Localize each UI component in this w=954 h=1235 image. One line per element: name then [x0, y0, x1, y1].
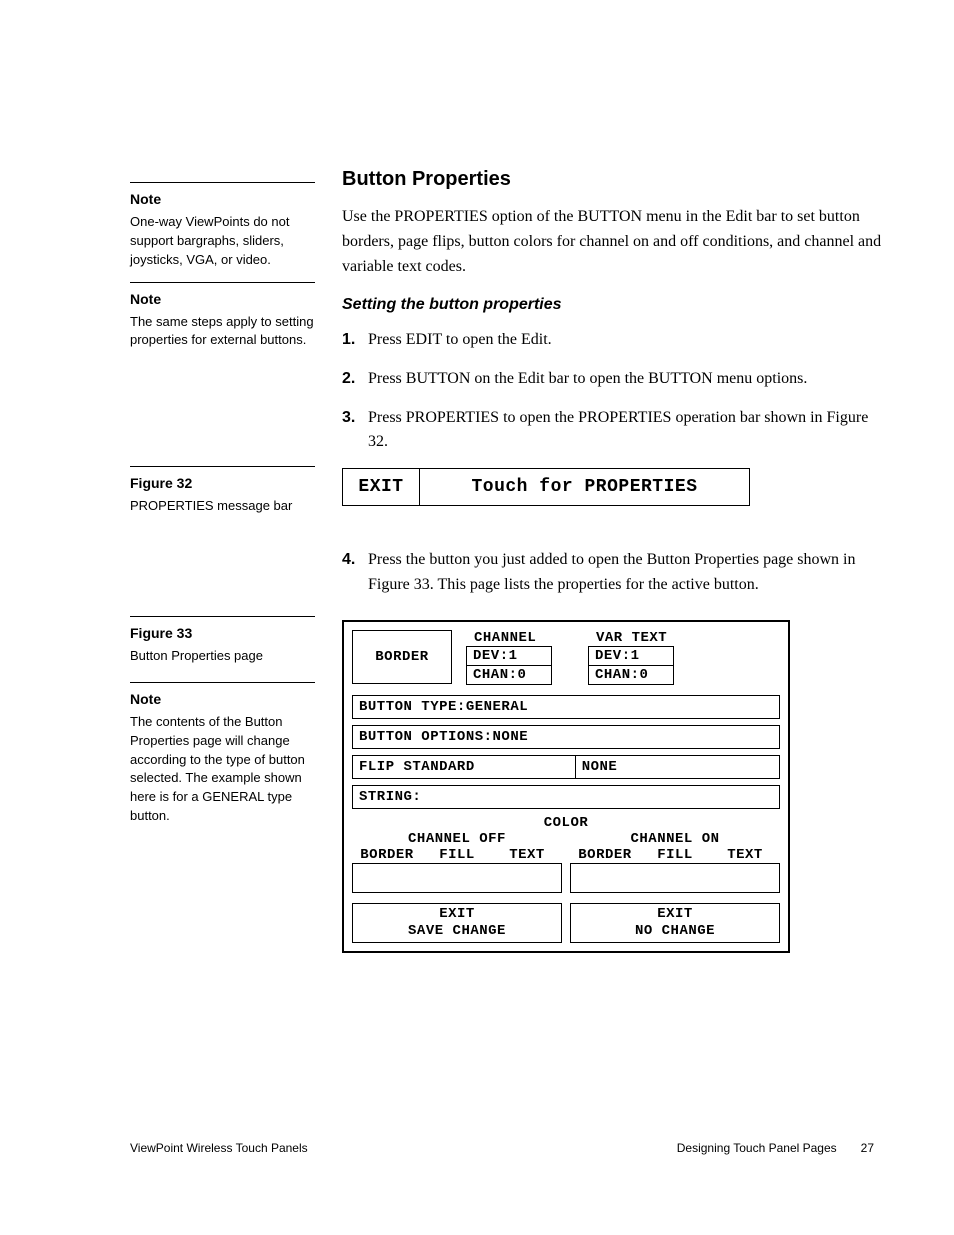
step-number: 3. [342, 406, 368, 456]
channel-off-swatch[interactable] [352, 863, 562, 893]
subsection-title: Setting the button properties [342, 296, 887, 314]
body-paragraph: Use the PROPERTIES option of the BUTTON … [342, 205, 887, 279]
channel-on-swatch[interactable] [570, 863, 780, 893]
button-properties-panel: BORDER CHANNEL DEV:1 CHAN:0 VAR TEXT DEV… [342, 620, 790, 953]
channel-off-label: CHANNEL OFF [352, 831, 562, 847]
button-options-field[interactable]: BUTTON OPTIONS:NONE [352, 725, 780, 749]
figure-label: Figure 33 [130, 625, 315, 641]
channel-on-label: CHANNEL ON [570, 831, 780, 847]
col-text-label: TEXT [710, 847, 780, 863]
chan-field[interactable]: CHAN:0 [466, 665, 552, 685]
note-text: One-way ViewPoints do not support bargra… [130, 213, 315, 270]
note-text: The contents of the Button Properties pa… [130, 713, 315, 826]
step-text: Press the button you just added to open … [368, 548, 887, 598]
step-text: Press EDIT to open the Edit. [368, 328, 552, 353]
step-number: 4. [342, 548, 368, 598]
figure-caption: PROPERTIES message bar [130, 497, 315, 516]
col-border-label: BORDER [352, 847, 422, 863]
col-text-label: TEXT [492, 847, 562, 863]
color-label: COLOR [352, 815, 780, 831]
exit-button[interactable]: EXIT [343, 469, 420, 505]
chan-field[interactable]: CHAN:0 [588, 665, 674, 685]
col-border-label: BORDER [570, 847, 640, 863]
properties-message-bar: EXIT Touch for PROPERTIES [342, 468, 750, 506]
string-field[interactable]: STRING: [352, 785, 780, 809]
footer-left: ViewPoint Wireless Touch Panels [130, 1141, 308, 1155]
touch-prompt: Touch for PROPERTIES [420, 469, 749, 505]
dev-field[interactable]: DEV:1 [588, 646, 674, 666]
button-type-field[interactable]: BUTTON TYPE:GENERAL [352, 695, 780, 719]
col-fill-label: FILL [422, 847, 492, 863]
step-item: 3. Press PROPERTIES to open the PROPERTI… [342, 406, 887, 456]
step-text: Press PROPERTIES to open the PROPERTIES … [368, 406, 887, 456]
vartext-group: VAR TEXT DEV:1 CHAN:0 [588, 630, 674, 685]
note-heading: Note [130, 691, 315, 707]
border-button[interactable]: BORDER [352, 630, 452, 684]
note-text: The same steps apply to setting properti… [130, 313, 315, 351]
note-heading: Note [130, 291, 315, 307]
step-text: Press BUTTON on the Edit bar to open the… [368, 367, 807, 392]
col-fill-label: FILL [640, 847, 710, 863]
dev-field[interactable]: DEV:1 [466, 646, 552, 666]
section-title: Button Properties [342, 168, 887, 191]
step-item: 4. Press the button you just added to op… [342, 548, 887, 598]
channel-group: CHANNEL DEV:1 CHAN:0 [466, 630, 552, 685]
step-number: 2. [342, 367, 368, 392]
flip-field[interactable]: FLIP STANDARD [352, 755, 575, 779]
page-number: 27 [861, 1141, 874, 1155]
figure-label: Figure 32 [130, 475, 315, 491]
footer-right: Designing Touch Panel Pages27 [677, 1141, 874, 1155]
channel-label: CHANNEL [474, 630, 536, 646]
exit-no-change-button[interactable]: EXIT NO CHANGE [570, 903, 780, 943]
vartext-label: VAR TEXT [596, 630, 667, 646]
flip-target-field[interactable]: NONE [575, 755, 780, 779]
exit-save-button[interactable]: EXIT SAVE CHANGE [352, 903, 562, 943]
figure-caption: Button Properties page [130, 647, 315, 666]
step-number: 1. [342, 328, 368, 353]
note-heading: Note [130, 191, 315, 207]
step-item: 1. Press EDIT to open the Edit. [342, 328, 887, 353]
step-item: 2. Press BUTTON on the Edit bar to open … [342, 367, 887, 392]
